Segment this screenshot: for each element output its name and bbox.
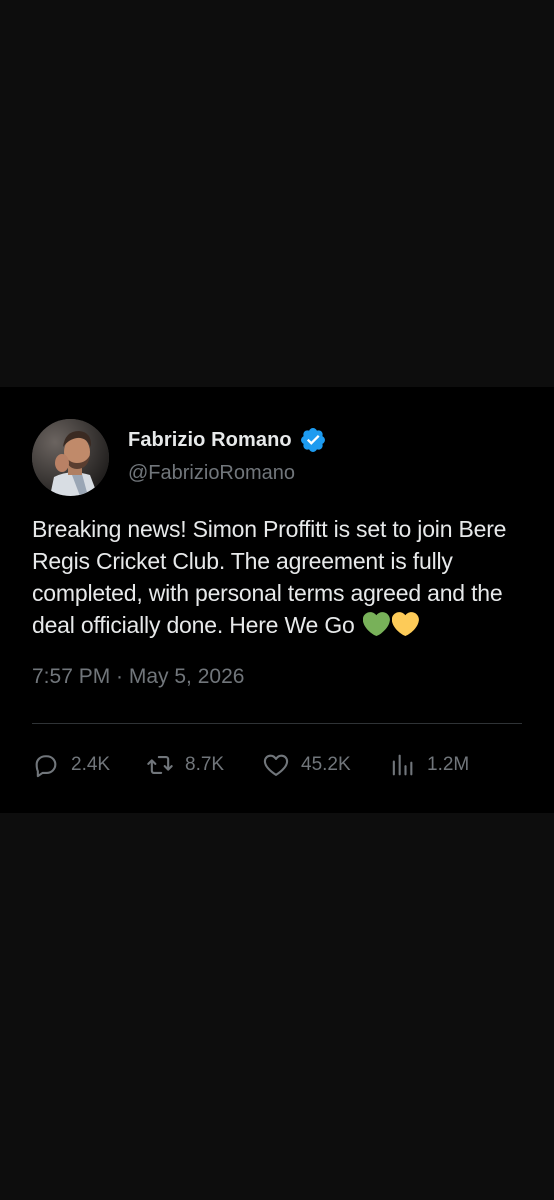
tweet-timestamp[interactable]: 7:57 PM · May 5, 2026 bbox=[32, 665, 244, 689]
verified-badge-icon bbox=[299, 426, 327, 454]
tweet-card[interactable]: Fabrizio Romano @FabrizioRomano Breaking… bbox=[0, 387, 554, 813]
screen: Fabrizio Romano @FabrizioRomano Breaking… bbox=[0, 0, 554, 1200]
avatar[interactable] bbox=[32, 419, 109, 496]
avatar-photo bbox=[32, 419, 109, 496]
like-count: 45.2K bbox=[301, 754, 351, 775]
retweet-button[interactable]: 8.7K bbox=[146, 747, 224, 783]
display-name[interactable]: Fabrizio Romano bbox=[128, 429, 292, 452]
analytics-bar-chart-icon bbox=[388, 751, 416, 779]
author-name-row[interactable]: Fabrizio Romano bbox=[128, 425, 327, 455]
retweet-count: 8.7K bbox=[185, 754, 225, 775]
author-handle[interactable]: @FabrizioRomano bbox=[128, 462, 295, 485]
like-button[interactable]: 45.2K bbox=[262, 747, 351, 783]
views-button[interactable]: 1.2M bbox=[388, 747, 469, 783]
view-count: 1.2M bbox=[427, 754, 470, 775]
reply-count: 2.4K bbox=[71, 754, 111, 775]
retweet-icon bbox=[146, 751, 174, 779]
yellow-heart-icon bbox=[391, 612, 419, 636]
tweet-text: Breaking news! Simon Proffitt is set to … bbox=[32, 516, 507, 638]
reply-icon bbox=[32, 751, 60, 779]
tweet-actions: 2.4K 8.7K 45.2K 1.2M bbox=[0, 747, 554, 783]
tweet-body: Breaking news! Simon Proffitt is set to … bbox=[32, 513, 532, 641]
reply-button[interactable]: 2.4K bbox=[32, 747, 110, 783]
heart-icon bbox=[262, 751, 290, 779]
divider bbox=[32, 723, 522, 724]
green-heart-icon bbox=[362, 612, 390, 636]
